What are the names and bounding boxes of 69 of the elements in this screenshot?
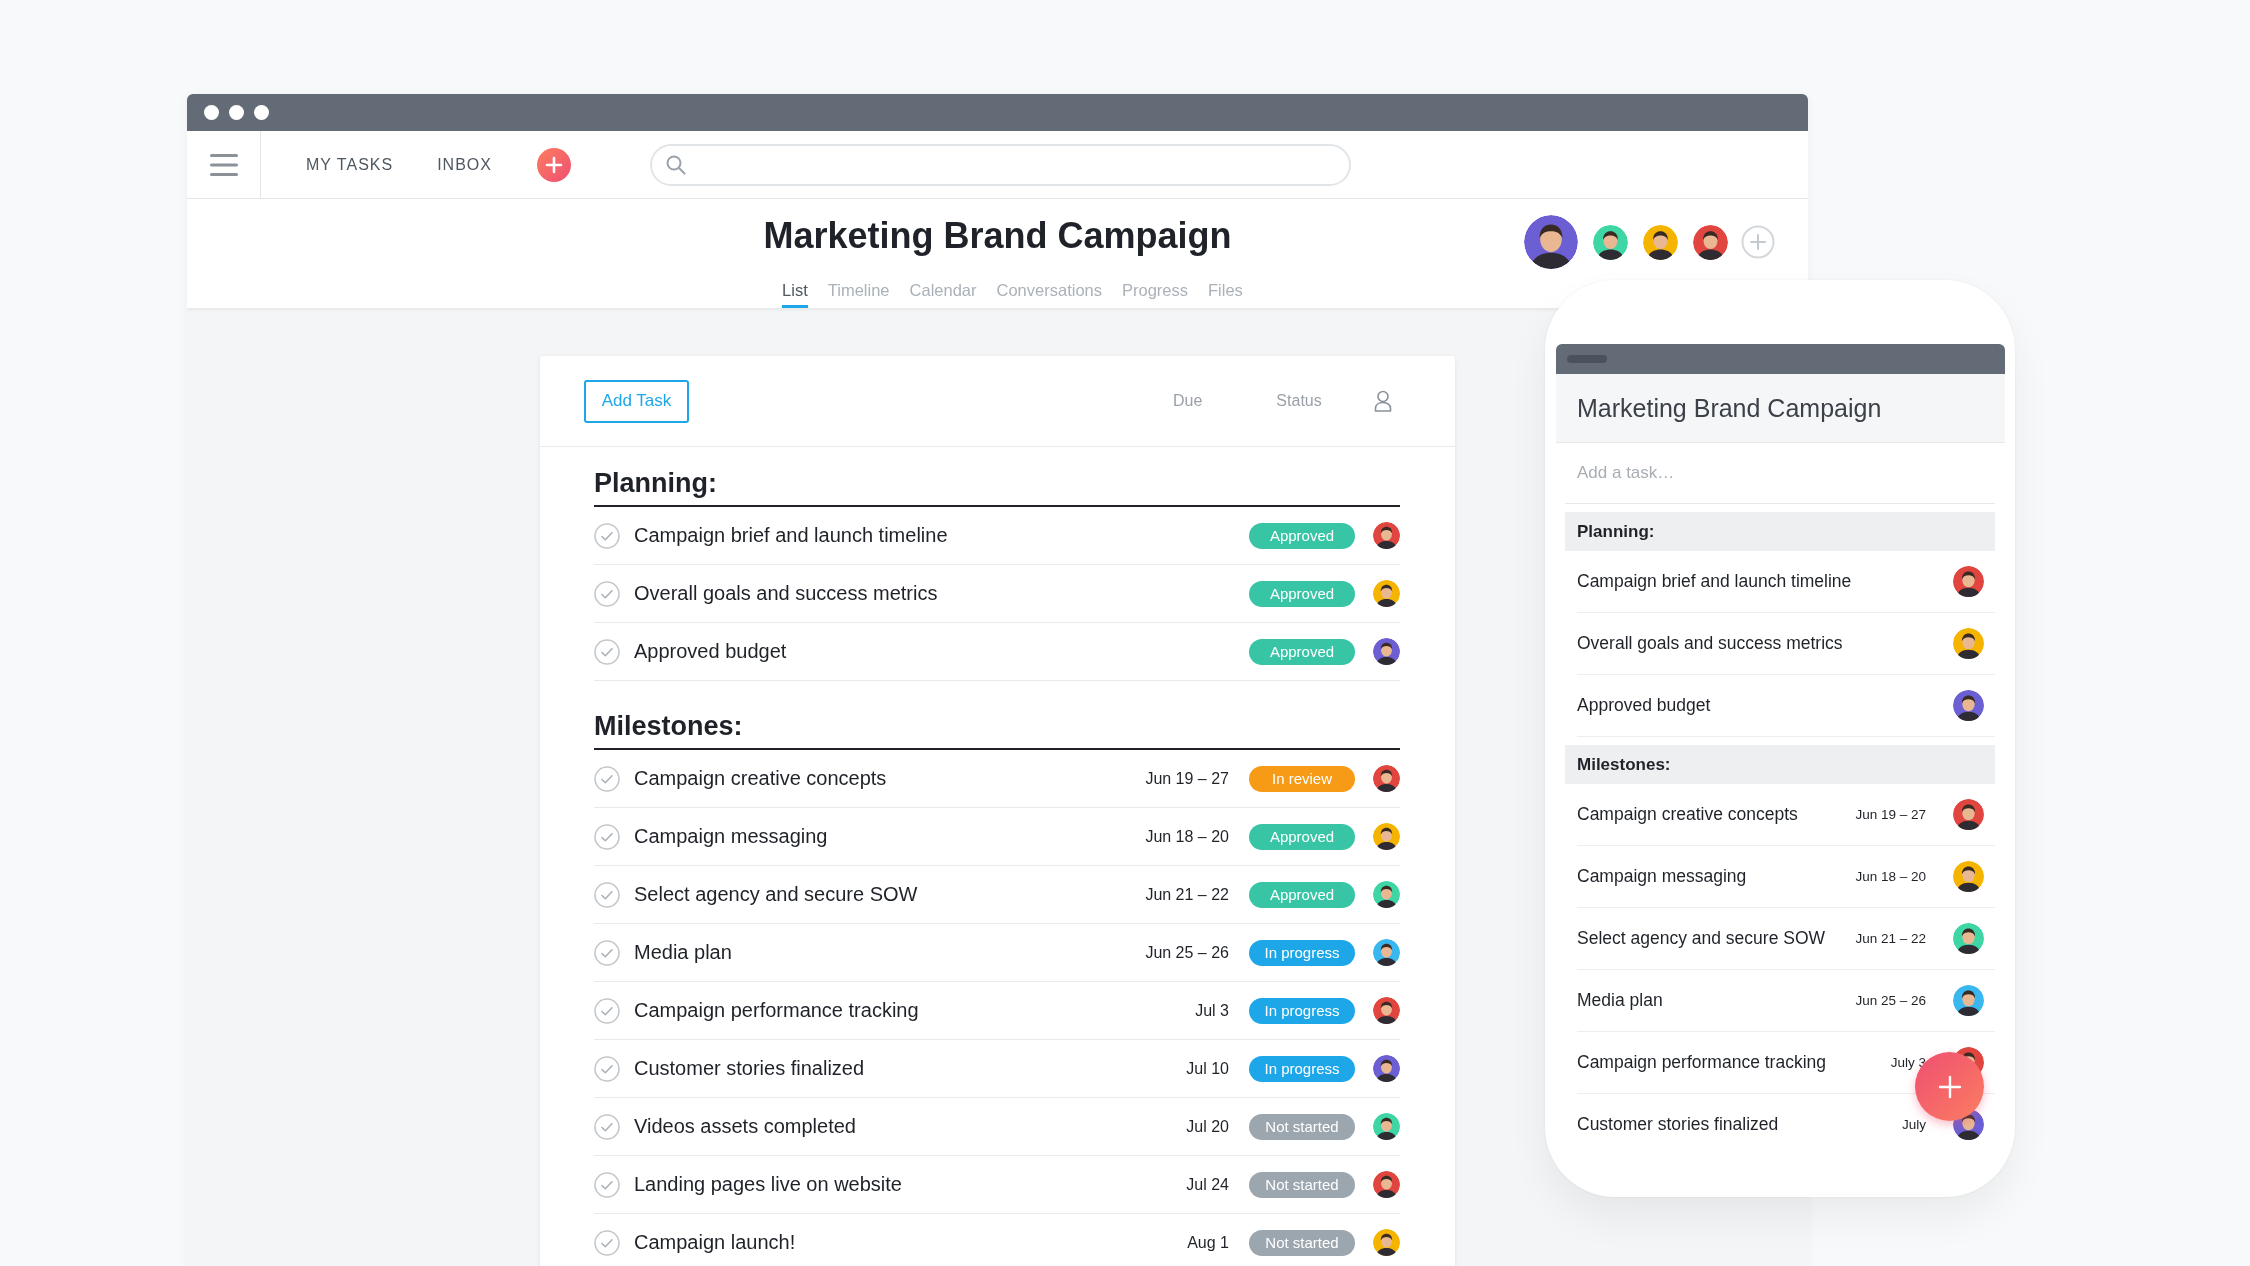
section-heading: Milestones:	[594, 708, 1400, 750]
nav-link[interactable]: INBOX	[437, 155, 492, 174]
person-icon[interactable]	[1373, 390, 1392, 412]
due-date: Aug 1	[1187, 1233, 1229, 1252]
check-icon[interactable]	[594, 823, 620, 850]
task-name[interactable]: Media plan	[634, 941, 1128, 964]
task-name[interactable]: Videos assets completed	[634, 1115, 1169, 1138]
check-icon[interactable]	[594, 580, 620, 607]
tab[interactable]: List	[782, 279, 808, 308]
check-icon[interactable]	[594, 765, 620, 792]
due-date: Jul 10	[1186, 1059, 1229, 1078]
task-name[interactable]: Customer stories finalized	[634, 1057, 1169, 1080]
task-name[interactable]: Campaign performance tracking	[634, 999, 1178, 1022]
section-heading: Planning:	[594, 465, 1400, 507]
due-date: Jun 25 – 26	[1855, 993, 1926, 1008]
check-icon[interactable]	[594, 881, 620, 908]
add-button[interactable]	[536, 147, 571, 182]
nav-link[interactable]: MY TASKS	[306, 155, 394, 174]
check-icon[interactable]	[594, 638, 620, 665]
task-name[interactable]: Customer stories finalized	[1577, 1114, 1902, 1135]
due-date: Jun 19 – 27	[1855, 807, 1926, 822]
add-fab[interactable]	[1915, 1052, 1984, 1121]
search-icon	[665, 154, 686, 175]
project-title: Marketing Brand Campaign	[763, 214, 1232, 258]
task-name[interactable]: Campaign launch!	[634, 1231, 1170, 1254]
check-icon[interactable]	[594, 1171, 620, 1198]
window-dot-icon[interactable]	[254, 105, 269, 120]
due-date: Jul 20	[1186, 1117, 1229, 1136]
task-name[interactable]: Select agency and secure SOW	[634, 883, 1128, 906]
due-date: Jun 18 – 20	[1145, 827, 1229, 846]
plus-icon	[1936, 1073, 1963, 1100]
check-icon[interactable]	[594, 1229, 620, 1256]
due-date: Jun 25 – 26	[1145, 943, 1229, 962]
task-name[interactable]: Campaign performance tracking	[1577, 1052, 1891, 1073]
due-date: Jun 21 – 22	[1145, 885, 1229, 904]
task-name[interactable]: Campaign messaging	[1577, 866, 1856, 887]
due-date: Jun 19 – 27	[1145, 769, 1229, 788]
section-title: Milestones:	[1577, 754, 1671, 775]
search-field[interactable]	[649, 143, 1351, 186]
window-dot-icon[interactable]	[229, 105, 244, 120]
status-pill-icon	[1567, 355, 1607, 363]
task-name[interactable]: Select agency and secure SOW	[1577, 928, 1856, 949]
due-date: July	[1902, 1117, 1926, 1132]
task-name[interactable]: Overall goals and success metrics	[634, 582, 1211, 605]
window-dot-icon[interactable]	[204, 105, 219, 120]
check-icon[interactable]	[594, 939, 620, 966]
check-icon[interactable]	[594, 997, 620, 1024]
task-name[interactable]: Campaign messaging	[634, 825, 1128, 848]
task-name[interactable]: Overall goals and success metrics	[1577, 633, 1953, 654]
section-title: Planning:	[1577, 521, 1655, 542]
task-name[interactable]: Campaign creative concepts	[1577, 804, 1856, 825]
mobile-title: Marketing Brand Campaign	[1577, 393, 1882, 423]
check-icon[interactable]	[594, 1113, 620, 1140]
task-name[interactable]: Media plan	[1577, 990, 1856, 1011]
due-date: Jun 18 – 20	[1855, 869, 1926, 884]
due-date: Jul 24	[1186, 1175, 1229, 1194]
add-member-button[interactable]	[1741, 225, 1775, 259]
task-name[interactable]: Landing pages live on website	[634, 1173, 1169, 1196]
task-name[interactable]: Approved budget	[634, 640, 1211, 663]
menu-icon[interactable]	[209, 153, 238, 176]
task-name[interactable]: Campaign brief and launch timeline	[1577, 571, 1953, 592]
check-icon[interactable]	[594, 522, 620, 549]
due-date: Jul 3	[1195, 1001, 1229, 1020]
task-name[interactable]: Approved budget	[1577, 695, 1953, 716]
task-name[interactable]: Campaign creative concepts	[634, 767, 1128, 790]
plus-icon	[544, 155, 563, 174]
check-icon[interactable]	[594, 1055, 620, 1082]
due-date: Jun 21 – 22	[1855, 931, 1926, 946]
task-name[interactable]: Campaign brief and launch timeline	[634, 524, 1211, 547]
